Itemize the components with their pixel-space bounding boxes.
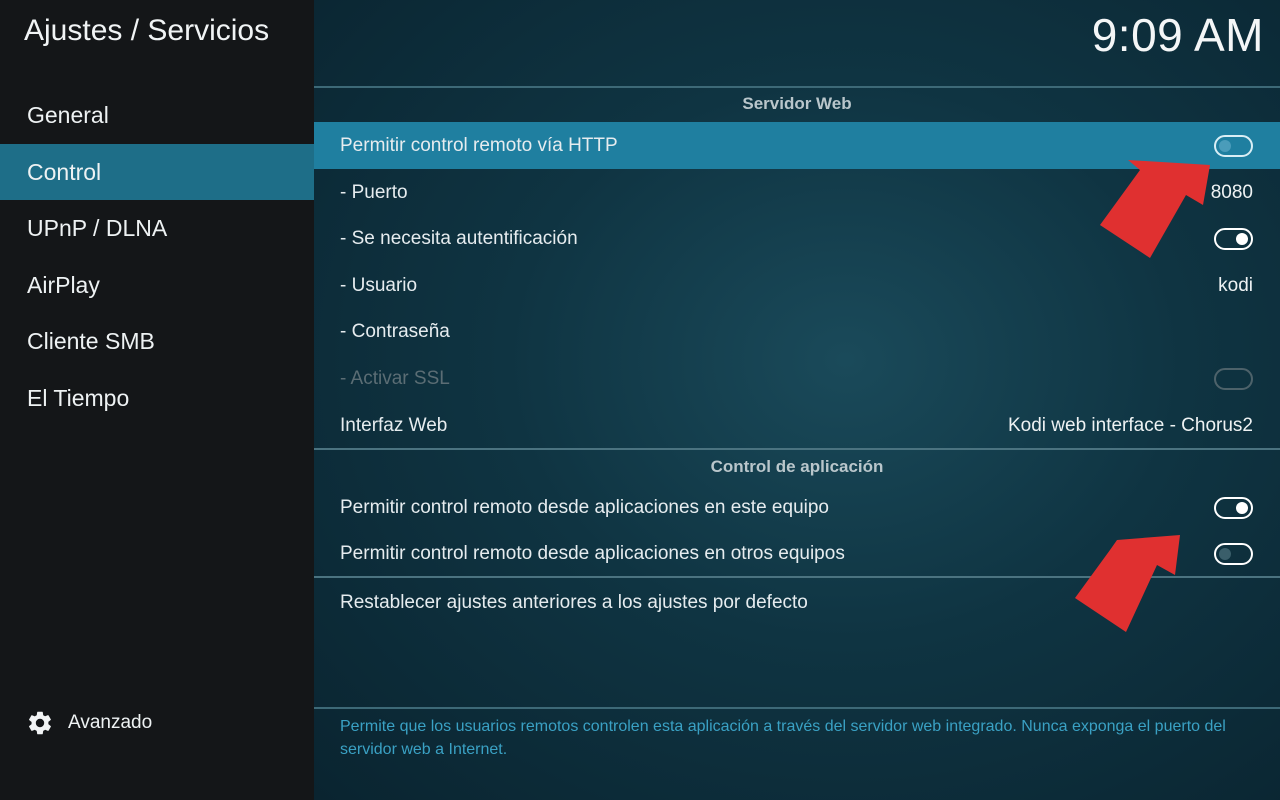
toggle-allow-http[interactable]	[1214, 134, 1253, 157]
toggle-allow-remote-apps[interactable]	[1214, 542, 1253, 565]
setting-web-interface[interactable]: Interfaz Web Kodi web interface - Chorus…	[314, 402, 1280, 449]
setting-description: Permite que los usuarios remotos control…	[340, 718, 1226, 758]
sidebar-item-upnp-dlna[interactable]: UPnP / DLNA	[0, 200, 314, 257]
port-value: 8080	[1210, 181, 1253, 203]
divider	[314, 707, 1280, 709]
reset-defaults-button[interactable]: Restablecer ajustes anteriores a los aju…	[314, 579, 1280, 626]
toggle-require-auth[interactable]	[1214, 227, 1253, 250]
page-title: Ajustes / Servicios	[24, 14, 270, 47]
gear-icon	[29, 711, 51, 735]
setting-require-auth[interactable]: - Se necesita autentificación	[314, 215, 1280, 262]
setting-label: - Puerto	[340, 181, 408, 203]
setting-allow-local-apps[interactable]: Permitir control remoto desde aplicacion…	[314, 484, 1280, 531]
setting-label: - Usuario	[340, 274, 418, 296]
sidebar-item-airplay[interactable]: AirPlay	[0, 257, 314, 314]
advanced-label: Avanzado	[68, 712, 153, 733]
sidebar-item-weather[interactable]: El Tiempo	[0, 370, 314, 427]
sidebar-item-general[interactable]: General	[0, 87, 314, 144]
setting-label: - Contraseña	[340, 320, 450, 342]
setting-password[interactable]: - Contraseña	[314, 308, 1280, 355]
section-title-webserver: Servidor Web	[742, 94, 852, 113]
setting-label: Permitir control remoto desde aplicacion…	[340, 542, 845, 564]
setting-label: Permitir control remoto desde aplicacion…	[340, 496, 829, 518]
toggle-allow-local-apps[interactable]	[1214, 496, 1253, 519]
setting-label: - Activar SSL	[340, 367, 450, 389]
divider	[314, 448, 1280, 450]
clock: 9:09 AM	[1091, 9, 1264, 61]
setting-label: Interfaz Web	[340, 414, 448, 436]
toggle-enable-ssl	[1214, 367, 1253, 390]
sidebar-item-smb-client[interactable]: Cliente SMB	[0, 313, 314, 370]
section-title-app-control: Control de aplicación	[710, 457, 884, 476]
setting-enable-ssl: - Activar SSL	[314, 355, 1280, 402]
setting-username[interactable]: - Usuario kodi	[314, 262, 1280, 309]
settings-panel: 9:09 AM Servidor Web Permitir control re…	[314, 0, 1280, 800]
sidebar: Ajustes / Servicios General Control UPnP…	[0, 0, 314, 800]
divider	[314, 86, 1280, 88]
web-interface-value: Kodi web interface - Chorus2	[1007, 414, 1253, 436]
sidebar-nav: General Control UPnP / DLNA AirPlay Clie…	[0, 87, 314, 427]
username-value: kodi	[1218, 274, 1253, 296]
setting-allow-remote-apps[interactable]: Permitir control remoto desde aplicacion…	[314, 530, 1280, 577]
sidebar-item-control[interactable]: Control	[0, 143, 314, 201]
setting-label: Restablecer ajustes anteriores a los aju…	[340, 591, 808, 613]
setting-label: - Se necesita autentificación	[340, 227, 578, 249]
setting-label: Permitir control remoto vía HTTP	[340, 134, 618, 156]
divider	[314, 576, 1280, 578]
setting-port[interactable]: - Puerto 8080	[314, 169, 1280, 216]
advanced-settings-button[interactable]: Avanzado	[26, 707, 152, 739]
setting-allow-http-control[interactable]: Permitir control remoto vía HTTP	[314, 122, 1280, 169]
